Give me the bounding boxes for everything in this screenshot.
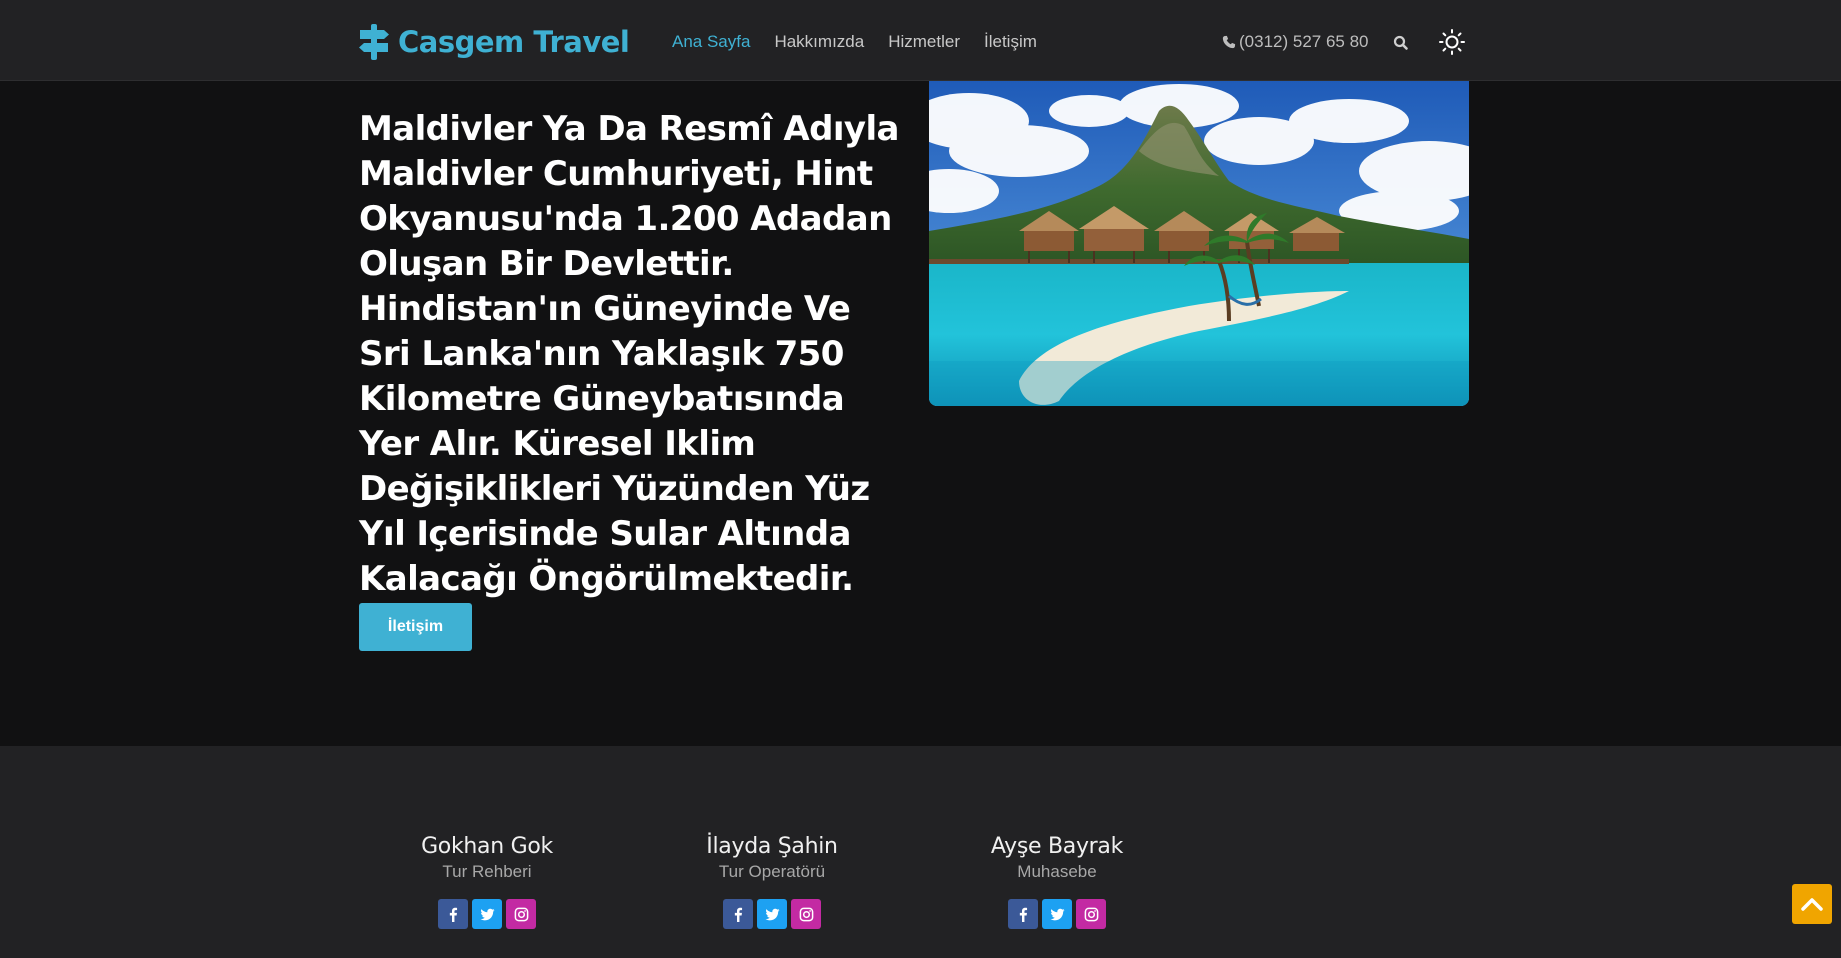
- social-links: [942, 899, 1172, 929]
- scroll-to-top-button[interactable]: [1792, 884, 1832, 924]
- team-member-card: İlayda Şahin Tur Operatörü: [657, 834, 887, 929]
- nav-link-ana-sayfa[interactable]: Ana Sayfa: [672, 30, 750, 54]
- maldives-illustration: [929, 81, 1469, 406]
- member-name: Ayşe Bayrak: [990, 834, 1124, 859]
- member-role: Tur Rehberi: [442, 862, 532, 881]
- phone-icon: [1222, 35, 1236, 49]
- navbar: Casgem Travel Ana Sayfa Hakkımızda Hizme…: [0, 0, 1841, 81]
- twitter-icon[interactable]: [757, 899, 787, 929]
- twitter-icon[interactable]: [472, 899, 502, 929]
- phone-number: (0312) 527 65 80: [1239, 32, 1369, 51]
- phone-contact[interactable]: (0312) 527 65 80: [1222, 30, 1369, 54]
- member-role: Muhasebe: [1017, 862, 1097, 881]
- nav-link-iletisim[interactable]: İletişim: [984, 30, 1037, 54]
- chevron-up-icon: [1801, 898, 1823, 911]
- social-links: [372, 899, 602, 929]
- brand-logo-link[interactable]: Casgem Travel: [358, 24, 630, 60]
- facebook-icon[interactable]: [1008, 899, 1038, 929]
- instagram-icon[interactable]: [791, 899, 821, 929]
- brand-name: Casgem Travel: [398, 25, 630, 59]
- facebook-icon[interactable]: [723, 899, 753, 929]
- member-name: İlayda Şahin: [706, 834, 838, 859]
- hero-section: Maldivler Ya Da Resmî Adıyla Maldivler C…: [0, 81, 1841, 746]
- sun-icon[interactable]: [1438, 28, 1466, 56]
- team-section: Gokhan Gok Tur Rehberi İlayda Şahin Tur …: [0, 746, 1841, 958]
- member-name: Gokhan Gok: [421, 834, 553, 859]
- signpost-icon: [359, 24, 389, 60]
- contact-button[interactable]: İletişim: [359, 603, 472, 651]
- nav-link-hakkimizda[interactable]: Hakkımızda: [774, 30, 864, 54]
- team-member-card: Gokhan Gok Tur Rehberi: [372, 834, 602, 929]
- social-links: [657, 899, 887, 929]
- twitter-icon[interactable]: [1042, 899, 1072, 929]
- instagram-icon[interactable]: [506, 899, 536, 929]
- main-nav: Ana Sayfa Hakkımızda Hizmetler İletişim: [672, 30, 1061, 54]
- member-role: Tur Operatörü: [718, 862, 826, 881]
- search-icon[interactable]: [1391, 33, 1411, 53]
- maldives-photo: [929, 81, 1469, 406]
- team-member-card: Ayşe Bayrak Muhasebe: [942, 834, 1172, 929]
- nav-link-hizmetler[interactable]: Hizmetler: [888, 30, 960, 54]
- facebook-icon[interactable]: [438, 899, 468, 929]
- instagram-icon[interactable]: [1076, 899, 1106, 929]
- hero-title: Maldivler Ya Da Resmî Adıyla Maldivler C…: [359, 109, 899, 599]
